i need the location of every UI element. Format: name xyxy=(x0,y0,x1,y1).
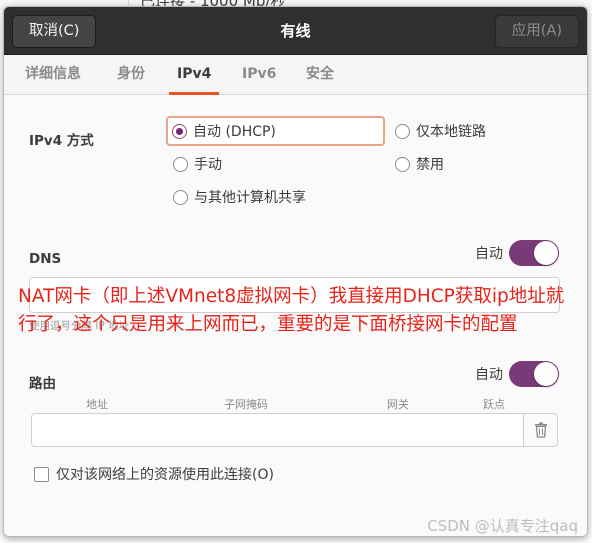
radio-label: 仅本地链路 xyxy=(416,124,486,140)
switch-knob xyxy=(534,362,558,386)
wired-settings-dialog: 取消(C) 有线 应用(A) 详细信息 身份 IPv4 IPv6 安全 IPv4… xyxy=(3,6,588,537)
routes-auto-switch[interactable] xyxy=(509,361,559,387)
dns-auto-row: 自动 xyxy=(475,240,559,266)
routes-auto-row: 自动 xyxy=(475,361,559,387)
radio-link-local-only[interactable]: 仅本地链路 xyxy=(395,118,486,144)
radio-label: 禁用 xyxy=(416,157,444,173)
radio-label: 与其他计算机共享 xyxy=(194,190,306,206)
radio-shared-to-other-computers[interactable]: 与其他计算机共享 xyxy=(173,184,306,210)
ipv4-method-label: IPv4 方式 xyxy=(29,133,94,149)
route-column-metric: 跃点 xyxy=(483,398,505,411)
tab-ipv6[interactable]: IPv6 xyxy=(242,55,276,95)
apply-button[interactable]: 应用(A) xyxy=(494,15,579,48)
only-local-resources-row[interactable]: 仅对该网络上的资源使用此连接(O) xyxy=(34,464,274,484)
radio-indicator xyxy=(173,156,188,172)
dns-auto-switch[interactable] xyxy=(509,240,559,266)
route-metric-input[interactable] xyxy=(466,413,524,447)
route-column-gateway: 网关 xyxy=(387,398,409,411)
tab-bar: 详细信息 身份 IPv4 IPv6 安全 xyxy=(4,55,587,95)
route-column-netmask: 子网掩码 xyxy=(224,398,268,411)
tab-security[interactable]: 安全 xyxy=(306,55,334,95)
switch-knob xyxy=(534,241,558,265)
tab-details[interactable]: 详细信息 xyxy=(25,55,81,95)
radio-indicator xyxy=(395,156,410,172)
only-local-resources-label: 仅对该网络上的资源使用此连接(O) xyxy=(56,467,274,483)
radio-manual[interactable]: 手动 xyxy=(173,151,222,177)
red-annotation-text: NAT网卡（即上述VMnet8虚拟网卡）我直接用DHCP获取ip地址就行了，这个… xyxy=(18,286,565,335)
dns-label: DNS xyxy=(29,251,62,267)
dns-auto-label: 自动 xyxy=(475,246,503,262)
radio-automatic-dhcp[interactable]: 自动 (DHCP) xyxy=(166,116,385,146)
tab-ipv4[interactable]: IPv4 xyxy=(169,55,220,95)
route-gateway-input[interactable] xyxy=(321,413,467,447)
radio-indicator xyxy=(395,123,410,139)
route-netmask-input[interactable] xyxy=(176,413,322,447)
route-column-address: 地址 xyxy=(86,398,108,411)
csdn-watermark: CSDN @认真专注qaq xyxy=(427,517,578,535)
route-address-input[interactable] xyxy=(31,413,177,447)
trash-icon xyxy=(535,422,547,438)
radio-label: 手动 xyxy=(194,157,222,173)
only-local-resources-checkbox[interactable] xyxy=(34,466,49,482)
radio-label: 自动 (DHCP) xyxy=(193,124,276,140)
radio-disabled[interactable]: 禁用 xyxy=(395,151,444,177)
radio-indicator xyxy=(172,123,187,139)
delete-route-button[interactable] xyxy=(524,413,558,447)
tab-identity[interactable]: 身份 xyxy=(117,55,145,95)
routes-auto-label: 自动 xyxy=(475,367,503,383)
dialog-headerbar: 取消(C) 有线 应用(A) xyxy=(4,7,587,55)
radio-indicator xyxy=(173,189,188,205)
routes-label: 路由 xyxy=(29,376,56,392)
